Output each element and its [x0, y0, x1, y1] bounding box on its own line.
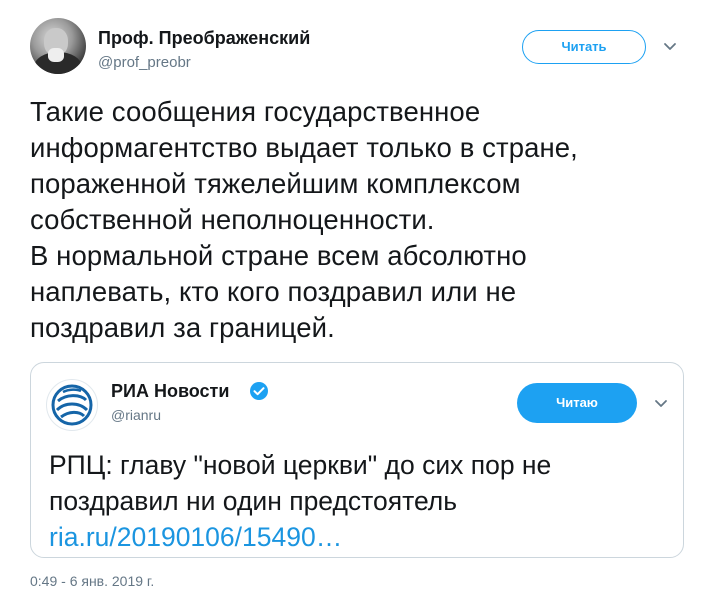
quoted-tweet-card[interactable]: РИА Новости @rianru Читаю РПЦ: главу "но… — [30, 362, 684, 558]
avatar-beard — [48, 48, 64, 62]
chevron-down-icon[interactable] — [653, 395, 669, 411]
quoted-link[interactable]: ria.ru/20190106/15490… — [49, 519, 669, 555]
tweet-text-line: информагентство выдает только в стране, — [30, 132, 578, 163]
tweet-text-line: наплевать, кто кого поздравил или не — [30, 276, 517, 307]
ria-globe-icon — [51, 384, 93, 426]
tweet-text-line: поздравил за границей. — [30, 312, 335, 343]
following-button[interactable]: Читаю — [517, 383, 637, 423]
follow-button[interactable]: Читать — [522, 30, 646, 64]
ria-logo-avatar[interactable] — [46, 379, 98, 431]
quoted-text-line: поздравил ни один предстоятель — [49, 486, 458, 516]
chevron-down-icon[interactable] — [662, 38, 678, 54]
quoted-author-handle[interactable]: @rianru — [111, 407, 161, 423]
tweet-text: Такие сообщения государственное информаг… — [30, 94, 680, 346]
tweet-header: Проф. Преображенский @prof_preobr Читать — [30, 16, 690, 78]
quoted-author-name[interactable]: РИА Новости — [111, 381, 229, 402]
author-name[interactable]: Проф. Преображенский — [98, 28, 310, 49]
tweet-text-line: В нормальной стране всем абсолютно — [30, 240, 527, 271]
author-avatar[interactable] — [30, 18, 86, 74]
author-handle[interactable]: @prof_preobr — [98, 54, 191, 71]
quoted-tweet-text: РПЦ: главу "новой церкви" до сих пор не … — [49, 447, 669, 555]
tweet-timestamp[interactable]: 0:49 - 6 янв. 2019 г. — [30, 573, 154, 589]
tweet-text-line: собственной неполноценности. — [30, 204, 435, 235]
tweet-text-line: пораженной тяжелейшим комплексом — [30, 168, 521, 199]
tweet-text-line: Такие сообщения государственное — [30, 96, 481, 127]
verified-badge-icon — [250, 382, 268, 400]
quoted-text-line: РПЦ: главу "новой церкви" до сих пор не — [49, 450, 552, 480]
